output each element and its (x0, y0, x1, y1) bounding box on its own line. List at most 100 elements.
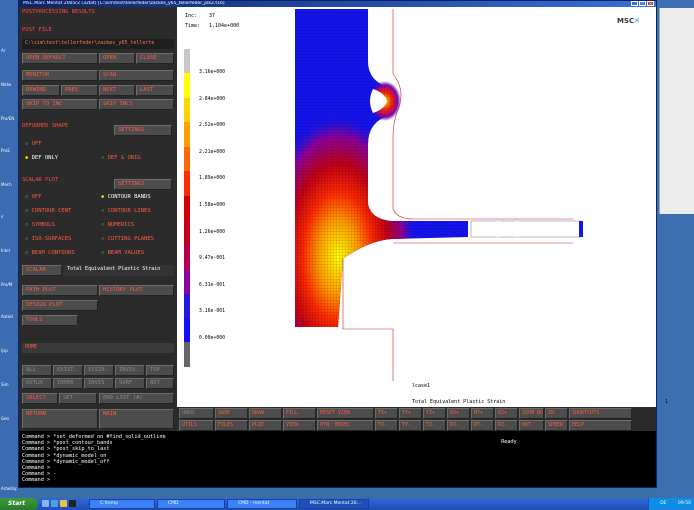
select-surf-button[interactable]: SURF (115, 378, 145, 389)
desktop-icon-label[interactable]: Sim (1, 382, 17, 391)
toolbar-button[interactable]: HELP (569, 420, 632, 431)
task-cmd[interactable]: CMD (157, 499, 225, 509)
background-window[interactable] (659, 8, 694, 214)
deformed-settings-button[interactable]: SETTINGS (114, 125, 172, 136)
deformed-off-radio[interactable]: ◇ OFF (25, 140, 42, 151)
tools-button[interactable]: TOOLS (22, 315, 78, 326)
toolbar-button[interactable]: FILES (215, 420, 248, 431)
select-invis-button[interactable]: INVIS (84, 378, 114, 389)
select-invisible-button[interactable]: INVIS. (115, 365, 145, 376)
open-default-button[interactable]: OPEN DEFAULT (22, 53, 98, 64)
toolbar-button[interactable]: DRAW (249, 408, 282, 419)
rewind-button[interactable]: REWIND (22, 85, 60, 96)
scalar-button[interactable]: SCALAR (22, 265, 62, 276)
history-plot-button[interactable]: HISTORY PLOT (99, 285, 174, 296)
cmd-icon[interactable] (69, 500, 76, 507)
toolbar-button[interactable]: UTILS (179, 420, 214, 431)
language-indicator[interactable]: DE (660, 501, 666, 506)
toolbar-button[interactable]: RESET VIEW (317, 408, 374, 419)
desktop-icon-label[interactable]: Pro/EN (1, 116, 17, 125)
desktop-icon-label[interactable]: ir (1, 214, 17, 223)
select-bot-button[interactable]: BOT (146, 378, 174, 389)
numerics-radio[interactable]: ◇ NUMERICS (101, 221, 134, 232)
scalar-value-field[interactable]: Total Equivalent Plastic Strain (64, 265, 174, 276)
toolbar-button[interactable]: UNDO (179, 408, 214, 419)
select-top-button[interactable]: TOP (146, 365, 174, 376)
select-outline-button[interactable]: OUTLN (22, 378, 52, 389)
contour-lines-radio[interactable]: ◇ CONTOUR LINES (101, 207, 151, 218)
desktop-icon-label[interactable]: Intel (1, 248, 17, 257)
toolbar-button[interactable]: TZ+ (423, 408, 446, 419)
select-inverse-button[interactable]: INVER (53, 378, 83, 389)
toolbar-button[interactable]: TX+ (375, 408, 398, 419)
skip-to-inc-button[interactable]: SKIP TO INC (22, 99, 98, 110)
contour-cent-radio[interactable]: ◇ CONTOUR CENT (25, 207, 71, 218)
select-button[interactable]: SELECT (22, 393, 58, 404)
close-button[interactable]: CLOSE (136, 53, 174, 64)
symbols-radio[interactable]: ◇ SYMBOLS (25, 221, 55, 232)
toolbar-button[interactable]: RZ+ (495, 408, 518, 419)
skip-incs-button[interactable]: SKIP INCS (99, 99, 174, 110)
toolbar-button[interactable]: SAVE (215, 408, 248, 419)
desktop-icon-label[interactable]: ProE (1, 148, 17, 157)
toolbar-button[interactable]: SPEED (545, 420, 568, 431)
select-all-button[interactable]: ALL (22, 365, 52, 376)
contour-bands-radio[interactable]: ◆ CONTOUR BANDS (101, 193, 151, 204)
last-button[interactable]: LAST (136, 85, 174, 96)
toolbar-button[interactable]: RX+ (447, 408, 470, 419)
desktop-icon-label[interactable]: Autod (1, 314, 17, 323)
toolbar-button[interactable]: TX- (375, 420, 398, 431)
select-exist-button[interactable]: EXIST. (53, 365, 83, 376)
start-button[interactable]: Start (0, 498, 38, 510)
minimize-icon[interactable]: _ (631, 1, 638, 6)
desktop-icon-label[interactable]: ijsp (1, 348, 17, 357)
toolbar-button[interactable]: ZOOM BOX (519, 408, 544, 419)
scan-button[interactable]: SCAN (99, 70, 174, 81)
select-visible-button[interactable]: VISIB. (84, 365, 114, 376)
set-button[interactable]: SET (59, 393, 97, 404)
iso-surfaces-radio[interactable]: ◇ ISO-SURFACES (25, 235, 71, 246)
next-button[interactable]: NEXT (99, 85, 135, 96)
beam-contours-radio[interactable]: ◇ BEAM CONTOURS (25, 249, 75, 260)
toolbar-button[interactable]: TZ- (423, 420, 446, 431)
desktop-icon-label[interactable]: Geo (1, 416, 17, 425)
desktop-icon-label[interactable]: Arbeitsp (1, 486, 17, 495)
toolbar-button[interactable]: SHORTCUTS (569, 408, 632, 419)
toolbar-button[interactable]: TY+ (399, 408, 422, 419)
cutting-planes-radio[interactable]: ◇ CUTTING PLANES (101, 235, 154, 246)
toolbar-button[interactable]: RY- (471, 420, 494, 431)
command-console[interactable]: Ready Command > *set_deformed on #find_s… (19, 431, 656, 487)
toolbar-button[interactable]: RZ- (495, 420, 518, 431)
toolbar-button[interactable]: RX- (447, 420, 470, 431)
graphics-viewport[interactable]: Inc: 37 Time: 1.104e+000 MSC✕ 3.16e+000 2… (177, 7, 668, 407)
prev-button[interactable]: PREV (61, 85, 98, 96)
toolbar-button[interactable]: IN (545, 408, 568, 419)
toolbar-button[interactable]: TY- (399, 420, 422, 431)
toolbar-button[interactable]: VIEW (283, 420, 316, 431)
toolbar-button[interactable]: DYN. MODEL (317, 420, 374, 431)
task-cmd-mentat[interactable]: CMD - mentat (227, 499, 297, 509)
toolbar-button[interactable]: RY+ (471, 408, 494, 419)
toolbar-button[interactable]: OUT (519, 420, 544, 431)
def-only-radio[interactable]: ◆ DEF ONLY (25, 154, 58, 165)
desktop-icon-label[interactable]: Mech (1, 182, 17, 191)
open-button[interactable]: OPEN (99, 53, 135, 64)
def-orig-radio[interactable]: ◇ DEF & ORIG (101, 154, 141, 165)
desktop-icon-label[interactable]: Pro/M (1, 282, 17, 291)
desktop-icon[interactable] (42, 500, 49, 507)
task-mentat[interactable]: MSC.Marc Mentat 20... (299, 499, 369, 509)
toolbar-button[interactable]: PLOT (249, 420, 282, 431)
beam-values-radio[interactable]: ◇ BEAM VALUES (101, 249, 144, 260)
close-icon[interactable]: × (647, 1, 654, 6)
explorer-icon[interactable] (60, 500, 67, 507)
desktop-icon-label[interactable]: Netw (1, 82, 17, 91)
monitor-button[interactable]: MONITOR (22, 70, 98, 81)
task-explorer[interactable]: C:\temp (89, 499, 155, 509)
end-list-button[interactable]: END LIST (#) (99, 393, 174, 404)
main-button[interactable]: MAIN (99, 409, 174, 429)
maximize-icon[interactable]: □ (639, 1, 646, 6)
design-plot-button[interactable]: DESIGN PLOT (22, 300, 98, 311)
desktop-icon-label[interactable]: Ar (1, 48, 17, 57)
scalar-off-radio[interactable]: ◇ OFF (25, 193, 42, 204)
toolbar-button[interactable]: FILL (283, 408, 316, 419)
